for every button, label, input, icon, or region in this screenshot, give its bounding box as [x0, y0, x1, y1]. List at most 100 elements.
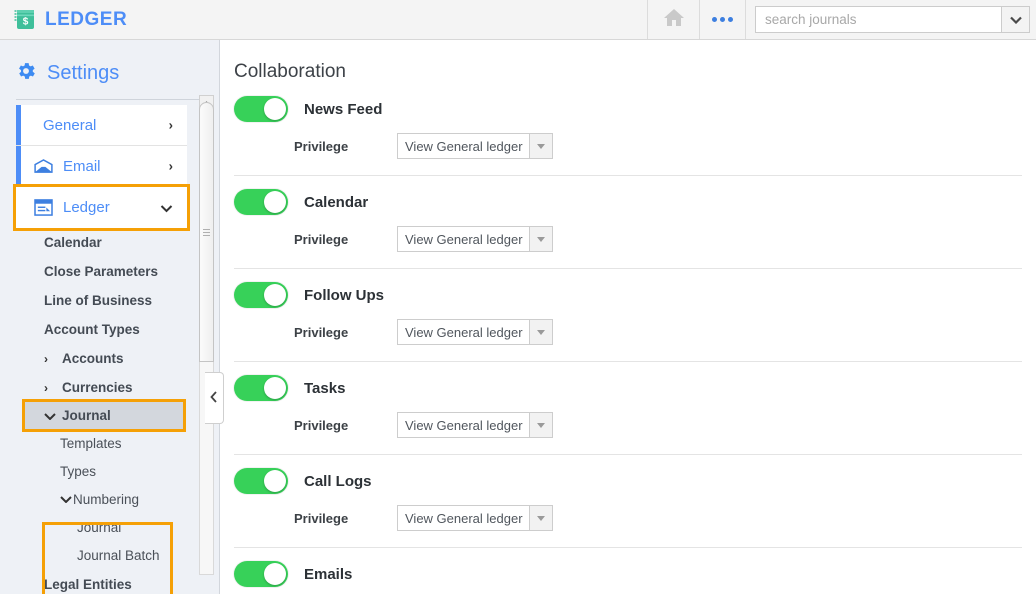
sidebar-subitem-numbering-journal-batch[interactable]: Journal Batch	[0, 541, 219, 569]
sidebar-item-ledger[interactable]: Ledger	[13, 184, 190, 231]
sidebar-subitem-journal[interactable]: Journal	[22, 399, 186, 432]
privilege-label: Privilege	[294, 510, 349, 526]
toggle-knob	[264, 98, 286, 120]
home-icon	[662, 6, 686, 33]
chevron-down-icon	[160, 200, 173, 215]
sidebar-subitem-label: Numbering	[73, 491, 140, 507]
dropdown-arrow-button[interactable]	[529, 133, 553, 159]
more-menu-button[interactable]	[699, 0, 746, 39]
privilege-selected-value: View General ledger	[397, 319, 529, 345]
caret-down-icon	[537, 143, 545, 149]
sidebar-subitem-label: Journal	[62, 408, 111, 423]
section-title: Emails	[304, 565, 353, 583]
sidebar-subitem-account-types[interactable]: Account Types	[0, 315, 219, 344]
envelope-icon	[34, 159, 54, 173]
dropdown-arrow-button[interactable]	[529, 412, 553, 438]
page-title: Settings	[47, 62, 120, 84]
search-input[interactable]	[755, 6, 1001, 33]
sidebar-scrollbar-thumb[interactable]	[199, 102, 214, 362]
sidebar-subitem-types[interactable]: Types	[0, 457, 219, 485]
caret-down-icon	[537, 422, 545, 428]
privilege-row: Privilege View General ledger	[294, 412, 1022, 438]
brand-logo[interactable]: $ LEDGER	[0, 8, 127, 32]
setting-section-tasks: Tasks Privilege View General ledger	[234, 362, 1022, 455]
toggle-tasks[interactable]	[234, 375, 288, 401]
sidebar-subitem-label: Accounts	[62, 351, 124, 366]
sidebar-subitem-close-parameters[interactable]: Close Parameters	[0, 257, 219, 286]
section-title: News Feed	[304, 100, 383, 118]
privilege-select-tasks[interactable]: View General ledger	[397, 412, 553, 438]
dropdown-arrow-button[interactable]	[529, 505, 553, 531]
section-header: Calendar	[234, 189, 1022, 215]
privilege-select-follow-ups[interactable]: View General ledger	[397, 319, 553, 345]
privilege-selected-value: View General ledger	[397, 133, 529, 159]
chevron-down-icon	[44, 409, 56, 423]
section-header: Emails	[234, 561, 1022, 587]
chevron-down-icon	[60, 492, 72, 506]
main-content: Collaboration News Feed Privilege View G…	[221, 41, 1036, 594]
toggle-emails[interactable]	[234, 561, 288, 587]
section-header: Follow Ups	[234, 282, 1022, 308]
privilege-select-call-logs[interactable]: View General ledger	[397, 505, 553, 531]
privilege-label: Privilege	[294, 417, 349, 433]
sidebar-subitem-currencies[interactable]: › Currencies	[0, 373, 219, 402]
privilege-select-calendar[interactable]: View General ledger	[397, 226, 553, 252]
section-title: Follow Ups	[304, 286, 384, 304]
section-header: News Feed	[234, 96, 1022, 122]
sidebar-item-general[interactable]: General ›	[16, 105, 187, 146]
setting-section-emails: Emails Privilege View General ledger	[234, 548, 1022, 594]
section-title: Call Logs	[304, 472, 372, 490]
sidebar-subitem-templates[interactable]: Templates	[0, 429, 219, 457]
more-dots-icon	[720, 17, 725, 22]
sidebar-subitem-numbering-journal[interactable]: Journal	[0, 513, 219, 541]
header-divider	[16, 99, 207, 100]
toggle-knob	[264, 377, 286, 399]
sidebar-collapse-handle[interactable]	[205, 372, 224, 424]
gear-icon	[15, 60, 37, 87]
privilege-label: Privilege	[294, 231, 349, 247]
sidebar-subitem-numbering[interactable]: Numbering	[0, 485, 219, 513]
sidebar-subitem-label: Legal Entities	[44, 577, 132, 592]
search-dropdown-button[interactable]	[1001, 6, 1030, 33]
sidebar-subitem-line-of-business[interactable]: Line of Business	[0, 286, 219, 315]
more-dots-icon	[712, 17, 717, 22]
sidebar-subitem-label: Templates	[60, 435, 122, 451]
sidebar-nav-list: General › Email › Ledger Calendar Close …	[0, 105, 219, 594]
sidebar-subitem-label: Close Parameters	[44, 264, 159, 279]
chevron-right-icon: ›	[168, 158, 173, 174]
sidebar-item-label: General	[43, 116, 97, 134]
sidebar-subitem-accounts[interactable]: › Accounts	[0, 344, 219, 373]
toggle-news-feed[interactable]	[234, 96, 288, 122]
toggle-knob	[264, 563, 286, 585]
sidebar-header: Settings	[0, 40, 219, 87]
sidebar-item-label: Ledger	[63, 199, 110, 216]
chevron-down-icon	[1009, 11, 1022, 29]
toggle-knob	[264, 191, 286, 213]
sidebar-item-label: Email	[63, 157, 101, 175]
dropdown-arrow-button[interactable]	[529, 226, 553, 252]
active-accent-bar	[16, 105, 21, 145]
sidebar-subitem-legal-entities[interactable]: Legal Entities	[0, 570, 219, 594]
privilege-select-news-feed[interactable]: View General ledger	[397, 133, 553, 159]
sidebar-subitem-calendar[interactable]: Calendar	[0, 228, 219, 257]
chevron-right-icon: ›	[44, 380, 48, 395]
sidebar-subitem-label: Journal	[77, 519, 122, 535]
active-accent-bar	[16, 146, 21, 186]
privilege-selected-value: View General ledger	[397, 412, 529, 438]
settings-sidebar: Settings General › Email › Ledger Calend…	[0, 40, 220, 594]
toggle-call-logs[interactable]	[234, 468, 288, 494]
chevron-right-icon: ›	[44, 351, 48, 366]
privilege-label: Privilege	[294, 138, 349, 154]
home-button[interactable]	[647, 0, 699, 39]
toggle-follow-ups[interactable]	[234, 282, 288, 308]
svg-text:$: $	[23, 16, 29, 27]
dropdown-arrow-button[interactable]	[529, 319, 553, 345]
sidebar-subitem-label: Calendar	[44, 235, 102, 250]
section-header: Tasks	[234, 375, 1022, 401]
sidebar-item-email[interactable]: Email ›	[16, 146, 187, 187]
toggle-calendar[interactable]	[234, 189, 288, 215]
section-title: Calendar	[304, 193, 369, 211]
chevron-right-icon: ›	[168, 117, 173, 133]
caret-down-icon	[537, 236, 545, 242]
setting-section-news-feed: News Feed Privilege View General ledger	[234, 83, 1022, 176]
